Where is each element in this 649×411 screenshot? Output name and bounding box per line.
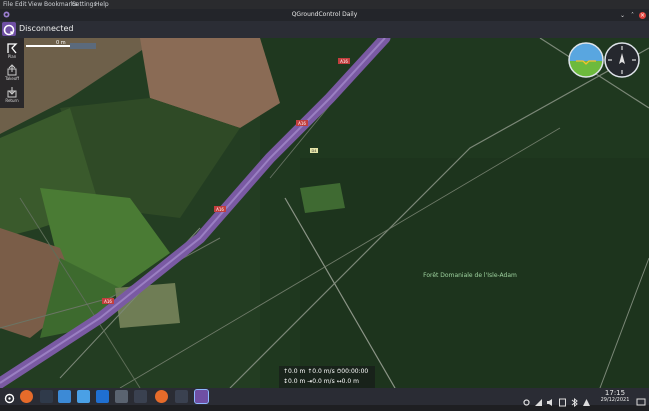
volume-tray-icon[interactable] bbox=[546, 392, 555, 406]
flight-instruments bbox=[566, 40, 640, 78]
map-scale: 0 m bbox=[26, 40, 96, 50]
firefox-icon[interactable] bbox=[20, 390, 33, 403]
road-shield-a16-2: A16 bbox=[298, 121, 306, 126]
file-manager-icon[interactable] bbox=[77, 390, 90, 403]
terminal-icon[interactable] bbox=[40, 390, 53, 403]
settings-tray-icon[interactable] bbox=[522, 392, 531, 406]
bluetooth-tray-icon[interactable] bbox=[570, 392, 579, 408]
app-toolbar bbox=[0, 21, 649, 38]
telemetry-panel: ↑0.0 m ↑0.0 m/s ⏱00:00:00 ↕0.0 m ⇥0.0 m/… bbox=[279, 366, 375, 388]
start-menu-icon[interactable] bbox=[3, 390, 16, 404]
plan-icon bbox=[7, 43, 18, 54]
telemetry-row-1: ↑0.0 m ↑0.0 m/s ⏱00:00:00 bbox=[283, 368, 369, 375]
screen-icon[interactable] bbox=[115, 390, 128, 403]
clock-date: 29/12/2021 bbox=[600, 397, 630, 403]
window-titlebar: QGroundControl Daily ⌄ ˄ × bbox=[0, 9, 649, 21]
road-shield-a16-3: A16 bbox=[216, 207, 224, 212]
firefox-window-icon[interactable] bbox=[155, 390, 168, 403]
plan-tool-button[interactable]: Plan bbox=[2, 40, 22, 62]
scale-label: 0 m bbox=[56, 40, 66, 46]
return-icon bbox=[7, 87, 17, 98]
zoom-slider-handle[interactable] bbox=[70, 43, 96, 49]
taskbar bbox=[0, 388, 649, 408]
map-view[interactable]: A16 A16 A16 A16 D4 Forêt Domaniale de l'… bbox=[0, 38, 649, 388]
minimize-icon[interactable]: ⌄ bbox=[619, 12, 626, 19]
qgc-logo-button[interactable] bbox=[2, 22, 16, 36]
show-desktop-icon[interactable] bbox=[636, 392, 646, 406]
clipboard-tray-icon[interactable] bbox=[558, 392, 567, 407]
compass-icon bbox=[604, 42, 640, 78]
road-shield-a16-1: A16 bbox=[340, 59, 348, 64]
return-tool-button[interactable]: Return bbox=[2, 84, 22, 106]
network-tray-icon[interactable] bbox=[534, 392, 543, 406]
window-manager-icon[interactable] bbox=[134, 390, 147, 403]
takeoff-tool-label: Takeoff bbox=[4, 76, 20, 81]
menu-file[interactable]: File bbox=[3, 1, 13, 8]
taskbar-clock[interactable]: 17:15 29/12/2021 bbox=[595, 389, 635, 403]
attitude-indicator-icon bbox=[568, 42, 604, 78]
files-icon[interactable] bbox=[58, 390, 71, 403]
qgc-taskbar-icon[interactable] bbox=[194, 389, 209, 404]
updates-tray-icon[interactable] bbox=[582, 392, 591, 406]
menu-help[interactable]: Help bbox=[95, 1, 109, 8]
place-label: Forêt Domaniale de l'Isle-Adam bbox=[423, 272, 517, 279]
takeoff-tool-button[interactable]: Takeoff bbox=[2, 62, 22, 84]
telemetry-row-2: ↕0.0 m ⇥0.0 m/s ↔0.0 m bbox=[283, 378, 359, 385]
road-shield-a16-4: A16 bbox=[104, 299, 112, 304]
menu-bar: File Edit View Bookmarks Settings Help bbox=[0, 0, 649, 9]
clock-time: 17:15 bbox=[604, 389, 626, 397]
plan-tool-label: Plan bbox=[7, 54, 17, 59]
terminal-window-icon[interactable] bbox=[175, 390, 188, 403]
maximize-icon[interactable]: ˄ bbox=[629, 12, 636, 19]
menu-edit[interactable]: Edit bbox=[15, 1, 27, 8]
satellite-map[interactable]: A16 A16 A16 A16 D4 Forêt Domaniale de l'… bbox=[0, 38, 649, 388]
return-tool-label: Return bbox=[5, 98, 19, 103]
road-shield-d4: D4 bbox=[312, 149, 318, 153]
menu-view[interactable]: View bbox=[28, 1, 42, 8]
menu-settings[interactable]: Settings bbox=[72, 1, 97, 8]
left-toolstrip: Plan Takeoff Return bbox=[0, 38, 24, 108]
close-icon[interactable]: × bbox=[639, 12, 646, 19]
vscode-icon[interactable] bbox=[96, 390, 109, 403]
window-title: QGroundControl Daily bbox=[291, 11, 358, 18]
takeoff-icon bbox=[7, 64, 17, 76]
qgc-logo-icon bbox=[3, 24, 15, 36]
connection-status: Disconnected bbox=[19, 24, 74, 33]
